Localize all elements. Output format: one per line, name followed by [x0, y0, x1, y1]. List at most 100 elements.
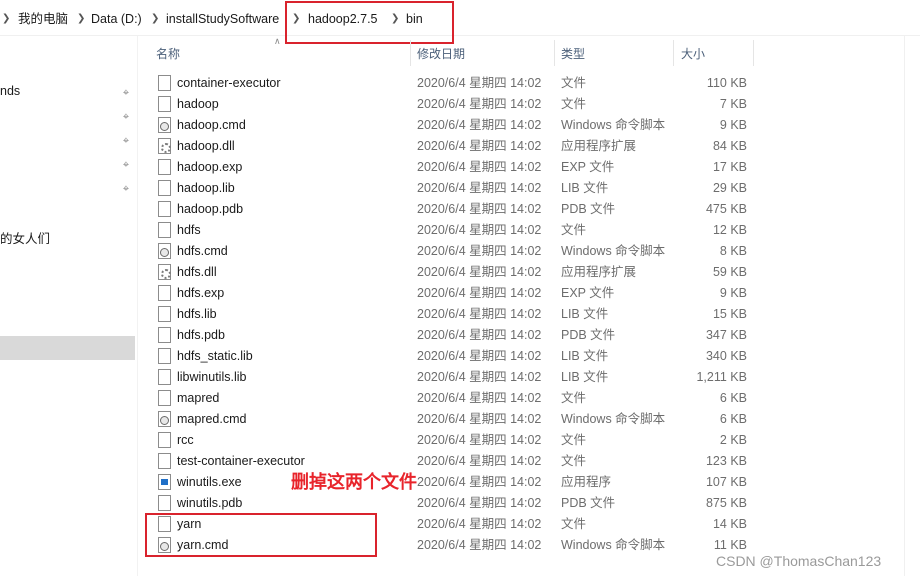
chevron-right-icon[interactable]: ❯ — [2, 11, 10, 27]
column-divider[interactable] — [554, 40, 555, 66]
file-modified-date: 2020/6/4 星期四 14:02 — [417, 517, 542, 531]
file-name: hadoop.pdb — [177, 202, 244, 216]
file-modified-date: 2020/6/4 星期四 14:02 — [417, 391, 542, 405]
file-size: 17 KB — [712, 160, 747, 174]
column-header-name[interactable]: 名称 — [156, 46, 180, 62]
file-modified-date: 2020/6/4 星期四 14:02 — [417, 244, 542, 258]
file-type: EXP 文件 — [561, 160, 615, 174]
sidebar-item-folder[interactable]: 的女人们 — [0, 228, 50, 247]
file-row[interactable]: hadoop.pdb 2020/6/4 星期四 14:02 PDB 文件 475 KB — [145, 199, 765, 220]
file-row[interactable]: hadoop.cmd 2020/6/4 星期四 14:02 Windows 命令脚本… — [145, 115, 765, 136]
pin-icon: ⌖ — [122, 135, 130, 147]
file-size: 347 KB — [705, 328, 747, 342]
file-size: 12 KB — [712, 223, 747, 237]
column-header-size[interactable]: 大小 — [681, 46, 705, 62]
file-modified-date: 2020/6/4 星期四 14:02 — [417, 475, 542, 489]
file-type: 文件 — [561, 391, 587, 405]
pin-icon: ⌖ — [122, 159, 130, 171]
file-size: 9 KB — [719, 286, 747, 300]
file-row[interactable]: hdfs.exp 2020/6/4 星期四 14:02 EXP 文件 9 KB — [145, 283, 765, 304]
chevron-right-icon[interactable]: ❯ — [77, 11, 85, 27]
sidebar-item-downloads[interactable]: nds — [0, 84, 20, 98]
file-type: 应用程序扩展 — [561, 265, 637, 279]
file-row[interactable]: hadoop.dll 2020/6/4 星期四 14:02 应用程序扩展 84 KB — [145, 136, 765, 157]
breadcrumb-item-data-drive[interactable]: Data (D:) — [91, 10, 142, 28]
scrollbar-track[interactable] — [904, 36, 905, 576]
file-row[interactable]: winutils.exe 2020/6/4 星期四 14:02 应用程序 107 KB — [145, 472, 765, 493]
file-row[interactable]: hadoop.exp 2020/6/4 星期四 14:02 EXP 文件 17 KB — [145, 157, 765, 178]
file-name: hdfs — [177, 223, 201, 237]
chevron-right-icon[interactable]: ❯ — [151, 11, 159, 27]
file-name: container-executor — [177, 76, 281, 90]
file-modified-date: 2020/6/4 星期四 14:02 — [417, 76, 542, 90]
file-type: Windows 命令脚本 — [561, 538, 666, 552]
file-icon — [158, 369, 171, 385]
file-row[interactable]: hdfs_static.lib 2020/6/4 星期四 14:02 LIB 文件 3… — [145, 346, 765, 367]
file-icon — [158, 159, 171, 175]
file-modified-date: 2020/6/4 星期四 14:02 — [417, 370, 542, 384]
file-row[interactable]: test-container-executor 2020/6/4 星期四 14:0… — [145, 451, 765, 472]
file-size: 875 KB — [705, 496, 747, 510]
file-modified-date: 2020/6/4 星期四 14:02 — [417, 139, 542, 153]
file-row[interactable]: hdfs.dll 2020/6/4 星期四 14:02 应用程序扩展 59 KB — [145, 262, 765, 283]
file-row[interactable]: hdfs 2020/6/4 星期四 14:02 文件 12 KB — [145, 220, 765, 241]
file-size: 6 KB — [719, 391, 747, 405]
file-type: PDB 文件 — [561, 202, 616, 216]
column-header-date[interactable]: 修改日期 — [417, 46, 465, 62]
file-size: 14 KB — [712, 517, 747, 531]
file-size: 340 KB — [705, 349, 747, 363]
file-type: PDB 文件 — [561, 328, 616, 342]
file-row[interactable]: hadoop 2020/6/4 星期四 14:02 文件 7 KB — [145, 94, 765, 115]
file-size: 7 KB — [719, 97, 747, 111]
address-bar[interactable]: ❯ 我的电脑 ❯ Data (D:) ❯ installStudySoftwar… — [0, 0, 920, 36]
breadcrumb-item-install-study-software[interactable]: installStudySoftware — [166, 10, 279, 28]
file-row[interactable]: libwinutils.lib 2020/6/4 星期四 14:02 LIB 文件 1… — [145, 367, 765, 388]
file-row[interactable]: winutils.pdb 2020/6/4 星期四 14:02 PDB 文件 875 … — [145, 493, 765, 514]
sidebar-item-selected[interactable] — [0, 336, 135, 360]
column-divider[interactable] — [410, 40, 411, 66]
file-size: 1,211 KB — [696, 370, 747, 384]
file-name: test-container-executor — [177, 454, 305, 468]
cmd-file-icon — [158, 117, 171, 133]
file-row[interactable]: rcc 2020/6/4 星期四 14:02 文件 2 KB — [145, 430, 765, 451]
file-type: 文件 — [561, 223, 587, 237]
file-icon — [158, 222, 171, 238]
file-type: 应用程序扩展 — [561, 139, 637, 153]
file-icon — [158, 180, 171, 196]
file-icon — [158, 201, 171, 217]
column-divider[interactable] — [753, 40, 754, 66]
file-row[interactable]: mapred 2020/6/4 星期四 14:02 文件 6 KB — [145, 388, 765, 409]
file-size: 8 KB — [719, 244, 747, 258]
file-modified-date: 2020/6/4 星期四 14:02 — [417, 307, 542, 321]
file-row[interactable]: hdfs.cmd 2020/6/4 星期四 14:02 Windows 命令脚本 8 … — [145, 241, 765, 262]
file-row[interactable]: hdfs.pdb 2020/6/4 星期四 14:02 PDB 文件 347 KB — [145, 325, 765, 346]
file-name: rcc — [177, 433, 194, 447]
breadcrumb-item-my-computer[interactable]: 我的电脑 — [18, 10, 68, 28]
dll-file-icon — [158, 138, 171, 154]
file-type: LIB 文件 — [561, 307, 609, 321]
file-icon — [158, 453, 171, 469]
file-type: 文件 — [561, 76, 587, 90]
file-size: 29 KB — [712, 181, 747, 195]
file-modified-date: 2020/6/4 星期四 14:02 — [417, 412, 542, 426]
file-row[interactable]: mapred.cmd 2020/6/4 星期四 14:02 Windows 命令脚本… — [145, 409, 765, 430]
navigation-pane[interactable]: nds ⌖ ⌖ ⌖ ⌖ ⌖ 的女人们 — [0, 36, 138, 576]
file-name: hadoop — [177, 97, 219, 111]
file-type: 文件 — [561, 97, 587, 111]
file-modified-date: 2020/6/4 星期四 14:02 — [417, 328, 542, 342]
file-modified-date: 2020/6/4 星期四 14:02 — [417, 160, 542, 174]
file-type: 文件 — [561, 454, 587, 468]
file-name: hdfs_static.lib — [177, 349, 253, 363]
file-modified-date: 2020/6/4 星期四 14:02 — [417, 433, 542, 447]
file-row[interactable]: hdfs.lib 2020/6/4 星期四 14:02 LIB 文件 15 KB — [145, 304, 765, 325]
yarn-files-highlight-box — [145, 513, 377, 557]
column-header-type[interactable]: 类型 — [561, 46, 585, 62]
file-row[interactable]: container-executor 2020/6/4 星期四 14:02 文件 11… — [145, 73, 765, 94]
file-name: hdfs.dll — [177, 265, 217, 279]
column-divider[interactable] — [673, 40, 674, 66]
file-name: hdfs.lib — [177, 307, 217, 321]
file-modified-date: 2020/6/4 星期四 14:02 — [417, 454, 542, 468]
file-icon — [158, 432, 171, 448]
file-row[interactable]: hadoop.lib 2020/6/4 星期四 14:02 LIB 文件 29 KB — [145, 178, 765, 199]
cmd-file-icon — [158, 411, 171, 427]
